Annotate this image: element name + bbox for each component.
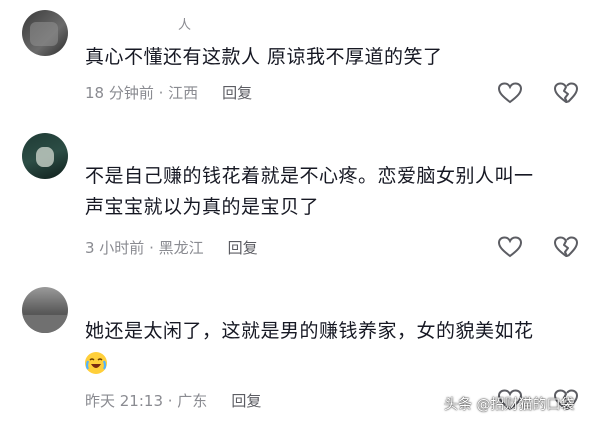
comment-time-location: 昨天 21:13 · 广东 xyxy=(85,392,208,410)
avatar[interactable] xyxy=(22,133,68,179)
comment-text-line: 声宝宝就以为真的是宝贝了 xyxy=(85,196,320,218)
crying-laughing-emoji-icon xyxy=(85,351,107,374)
like-heart-icon[interactable] xyxy=(497,235,523,259)
avatar[interactable] xyxy=(22,287,68,333)
dislike-broken-heart-icon[interactable] xyxy=(553,81,579,105)
comment-meta: 昨天 21:13 · 广东 回复 xyxy=(85,390,261,411)
comment-text: 真心不懂还有这款人 原谅我不厚道的笑了 xyxy=(85,46,443,68)
comment-text: 她还是太闲了，这就是男的赚钱养家，女的貌美如花 xyxy=(85,316,575,378)
avatar[interactable] xyxy=(22,10,68,56)
comment-emoji-line xyxy=(85,347,575,378)
comment-time-location: 3 小时前 · 黑龙江 xyxy=(85,239,204,257)
dislike-broken-heart-icon[interactable] xyxy=(553,235,579,259)
reply-button[interactable]: 回复 xyxy=(222,82,252,103)
comment-text: 不是自己赚的钱花着就是不心疼。恋爱脑女别人叫一 声宝宝就以为真的是宝贝了 xyxy=(85,161,575,223)
reply-button[interactable]: 回复 xyxy=(228,237,258,258)
comment-text-line: 不是自己赚的钱花着就是不心疼。恋爱脑女别人叫一 xyxy=(85,165,534,187)
watermark: 头条 @招财猫的口袋 xyxy=(444,397,575,413)
comment-username[interactable]: 人 xyxy=(178,14,191,33)
comment-meta: 3 小时前 · 黑龙江 回复 xyxy=(85,237,258,258)
like-heart-icon[interactable] xyxy=(497,81,523,105)
comment-meta: 18 分钟前 · 江西 回复 xyxy=(85,82,252,103)
reply-button[interactable]: 回复 xyxy=(231,390,261,411)
comment-time-location: 18 分钟前 · 江西 xyxy=(85,84,199,102)
comment-text-line: 她还是太闲了，这就是男的赚钱养家，女的貌美如花 xyxy=(85,320,534,342)
